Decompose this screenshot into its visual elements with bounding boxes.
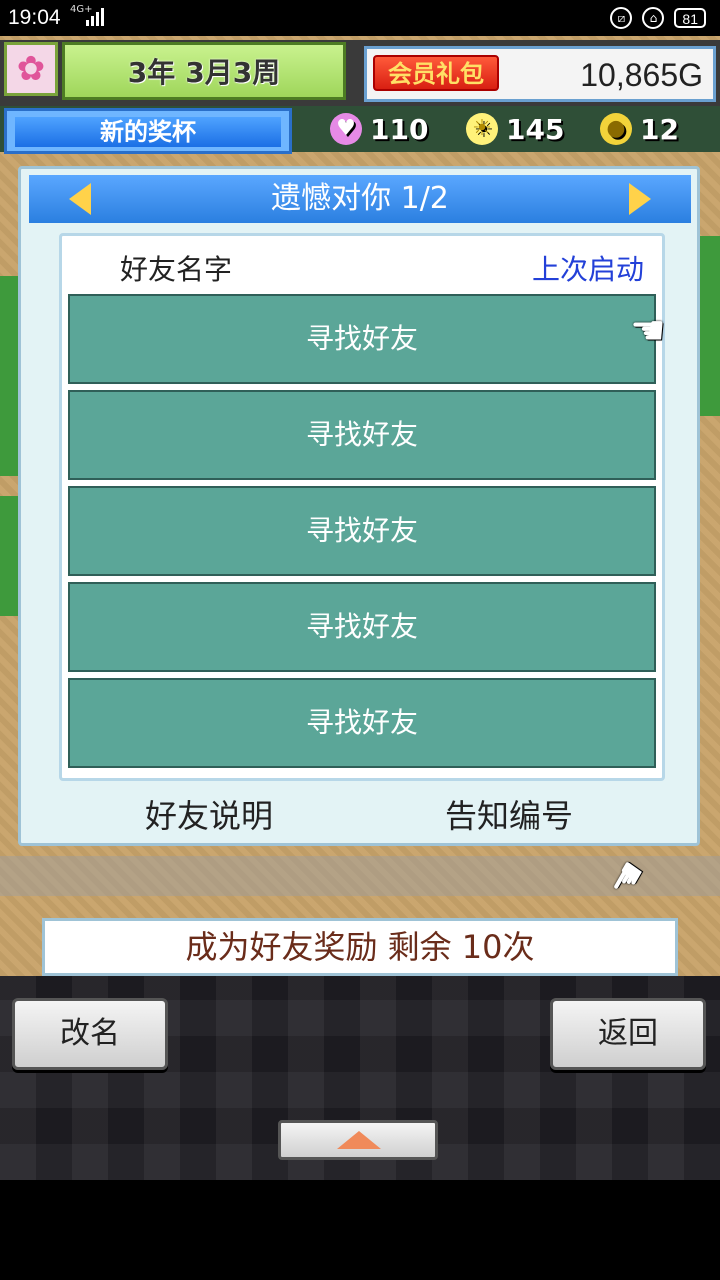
friend-explanation-button[interactable]: 好友说明 [145,791,273,837]
ideas-stat: ☀ 145 [466,110,564,148]
year-label: 3年 [127,56,176,89]
friends-list: 寻找好友 寻找好友 寻找好友 寻找好友 寻找好友 [68,294,656,774]
trophy-tab[interactable]: 新的奖杯 [4,108,292,154]
rename-button[interactable]: 改名 [12,998,168,1070]
lightbulb-icon: ☀ [466,113,498,145]
find-friend-row[interactable]: 寻找好友 [68,582,656,672]
coin-icon: ● [600,113,632,145]
grass-patch [0,496,20,616]
flower-icon[interactable]: ✿ [4,42,58,96]
find-friend-row[interactable]: 寻找好友 [68,678,656,768]
find-friend-row[interactable]: 寻找好友 [68,486,656,576]
hearts-value: 110 [370,112,429,146]
expand-up-button[interactable] [278,1120,438,1160]
friend-reward-remaining: 成为好友奖励 剩余 10次 [42,918,678,976]
prev-page-arrow-icon[interactable] [69,183,91,215]
grass-patch [700,236,720,416]
signal-icon [86,8,106,26]
lock-icon: ⌂ [642,7,665,29]
date-display: 3年 3月3周 [62,42,346,100]
column-friend-name: 好友名字 [120,253,233,286]
dialog-header: 遗憾对你 1/2 [29,175,691,223]
battery-icon: 81 [674,8,706,28]
month-week-label: 3月3周 [185,56,281,89]
system-nav-bar [0,1180,720,1280]
find-friend-row[interactable]: 寻找好友 [68,390,656,480]
coins-stat: ● 12 [600,110,679,148]
hearts-stat: ♥ 110 [330,110,428,148]
heart-icon: ♥ [330,113,362,145]
back-button[interactable]: 返回 [550,998,706,1070]
money-panel: 会员礼包 10,865G [364,46,716,102]
trophy-tab-label: 新的奖杯 [15,117,281,147]
ideas-value: 145 [506,112,565,146]
vibrate-icon: ⧄ [610,7,633,29]
notify-id-button[interactable]: 告知编号 [445,791,573,837]
coins-value: 12 [640,112,679,146]
grass-patch [0,276,20,476]
pointing-hand-icon: ☚ [630,308,666,354]
status-bar: 19:04 4G+ ⧄ ⌂ 81 [0,0,720,36]
next-page-arrow-icon[interactable] [629,183,651,215]
status-time: 19:04 [8,6,61,29]
dialog-title: 遗憾对你 1/2 [271,181,449,216]
friends-dialog: 遗憾对你 1/2 好友名字 上次启动 寻找好友 寻找好友 寻找好友 寻找好友 寻… [18,166,700,846]
column-last-launch: 上次启动 [531,253,644,286]
gold-amount: 10,865G [580,57,703,93]
find-friend-row[interactable]: 寻找好友 [68,294,656,384]
vip-gift-button[interactable]: 会员礼包 [373,55,499,91]
friends-list-panel: 好友名字 上次启动 寻找好友 寻找好友 寻找好友 寻找好友 寻找好友 [59,233,665,781]
arrow-up-icon [337,1131,381,1149]
